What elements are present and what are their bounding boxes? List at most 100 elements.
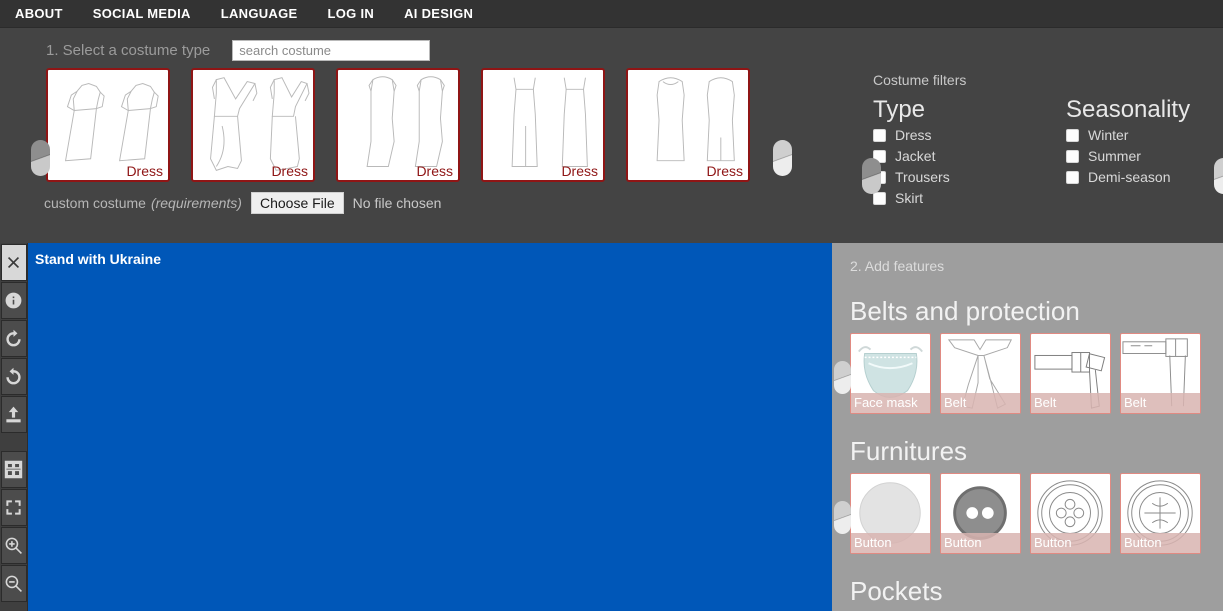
- zoom-in-tool-button[interactable]: [0, 527, 27, 564]
- dress-strap-maxi-icon: [511, 77, 588, 167]
- button-plain-icon: [859, 482, 921, 544]
- checkbox-demi-season[interactable]: [1066, 170, 1079, 184]
- feature-section-heading: Pockets: [850, 576, 943, 606]
- filter-group-heading: Seasonality: [1066, 96, 1191, 123]
- filter-group-type: Type Dress Jacket Trousers Skirt: [873, 96, 1018, 211]
- costume-carousel-next-handle[interactable]: [773, 140, 792, 176]
- filter-option-label: Trousers: [895, 169, 950, 186]
- design-canvas[interactable]: Stand with Ukraine: [28, 243, 832, 611]
- filter-option-summer[interactable]: Summer: [1066, 148, 1211, 164]
- costume-selection-section: 1. Select a costume type Dress: [0, 28, 1223, 243]
- custom-costume-label: custom costume: [44, 195, 146, 211]
- filter-option-label: Summer: [1088, 148, 1141, 165]
- close-tool-button[interactable]: [0, 244, 27, 281]
- filter-group-heading: Type: [873, 96, 926, 123]
- zoom-in-icon: [5, 537, 22, 554]
- filter-option-label: Demi-season: [1088, 169, 1171, 186]
- costume-filters-panel: Costume filters Type Dress Jacket Trouse…: [873, 72, 1213, 211]
- editor-section: Stand with Ukraine 2. Add features Belts…: [0, 243, 1223, 611]
- filter-option-jacket[interactable]: Jacket: [873, 148, 1018, 164]
- feature-card[interactable]: Button: [850, 473, 931, 554]
- filters-next-handle[interactable]: [1214, 158, 1223, 194]
- costume-card[interactable]: Dress: [336, 68, 460, 182]
- filter-option-dress[interactable]: Dress: [873, 127, 1018, 143]
- filter-option-winter[interactable]: Winter: [1066, 127, 1211, 143]
- dress-flutter-sleeve-icon: [64, 83, 159, 162]
- undo-icon: [6, 329, 21, 347]
- zoom-out-tool-button[interactable]: [0, 565, 27, 602]
- upload-tool-button[interactable]: [0, 396, 27, 433]
- step1-label: 1. Select a costume type: [46, 42, 211, 59]
- redo-tool-button[interactable]: [0, 358, 27, 395]
- top-navigation-bar: ABOUT SOCIAL MEDIA LANGUAGE LOG IN AI DE…: [0, 0, 1223, 28]
- nav-about[interactable]: ABOUT: [10, 6, 78, 21]
- features-furnitures-prev-handle[interactable]: [834, 501, 851, 534]
- features-belts-prev-handle[interactable]: [834, 361, 851, 394]
- toolbar-divider: [0, 434, 27, 451]
- grid-tool-button[interactable]: [0, 451, 27, 488]
- costume-card[interactable]: Dress: [481, 68, 605, 182]
- feature-card[interactable]: Belt: [1030, 333, 1111, 414]
- feature-card[interactable]: Button: [940, 473, 1021, 554]
- redo-icon: [6, 367, 21, 385]
- button-shank-icon: [1127, 480, 1193, 546]
- search-costume-input[interactable]: [232, 40, 431, 61]
- nav-social-media[interactable]: SOCIAL MEDIA: [78, 6, 206, 21]
- dress-sleeveless-mermaid-icon: [366, 76, 445, 167]
- fullscreen-icon: [6, 500, 21, 515]
- nav-language[interactable]: LANGUAGE: [206, 6, 313, 21]
- filter-option-label: Skirt: [895, 190, 923, 207]
- feature-card[interactable]: Button: [1120, 473, 1201, 554]
- canvas-banner-text: Stand with Ukraine: [35, 251, 162, 267]
- belt-bow-icon: [947, 339, 1013, 409]
- feature-section-heading: Furnitures: [850, 436, 968, 466]
- dress-wrap-ruffle-icon: [210, 77, 310, 171]
- costume-card[interactable]: Dress: [191, 68, 315, 182]
- filter-group-seasonality: Seasonality Winter Summer Demi-season: [1066, 96, 1211, 211]
- filter-option-label: Jacket: [895, 148, 936, 165]
- costume-carousel-prev-handle[interactable]: [31, 140, 50, 176]
- feature-card[interactable]: Belt: [1120, 333, 1201, 414]
- fullscreen-tool-button[interactable]: [0, 489, 27, 526]
- filters-prev-handle[interactable]: [862, 158, 881, 194]
- feature-section-heading: Belts and protection: [850, 296, 1080, 326]
- add-features-panel: 2. Add features Belts and protection Fac…: [832, 243, 1223, 611]
- step2-label: 2. Add features: [850, 258, 945, 274]
- feature-card[interactable]: Belt: [940, 333, 1021, 414]
- face-mask-icon: [858, 346, 923, 398]
- nav-log-in[interactable]: LOG IN: [313, 6, 390, 21]
- feature-row-belts: Face mask Belt Belt Belt: [850, 333, 1223, 414]
- info-icon: [5, 292, 22, 309]
- info-tool-button[interactable]: [0, 282, 27, 319]
- upload-icon: [6, 406, 21, 423]
- zoom-out-icon: [5, 575, 22, 592]
- choose-file-button[interactable]: Choose File: [250, 192, 344, 214]
- filter-option-label: Winter: [1088, 127, 1129, 144]
- filter-option-demi-season[interactable]: Demi-season: [1066, 169, 1211, 185]
- filter-option-skirt[interactable]: Skirt: [873, 190, 1018, 206]
- custom-costume-requirements-link[interactable]: (requirements): [151, 195, 242, 211]
- step1-row: 1. Select a costume type: [0, 28, 1223, 61]
- no-file-chosen-label: No file chosen: [352, 195, 442, 211]
- grid-icon: [4, 460, 23, 479]
- close-icon: [7, 256, 20, 269]
- button-4hole-icon: [1037, 480, 1103, 546]
- nav-ai-design[interactable]: AI DESIGN: [389, 6, 488, 21]
- filter-option-trousers[interactable]: Trousers: [873, 169, 1018, 185]
- editor-toolbar: [0, 243, 28, 611]
- costume-card[interactable]: Dress: [626, 68, 750, 182]
- checkbox-dress[interactable]: [873, 128, 886, 142]
- checkbox-skirt[interactable]: [873, 191, 886, 205]
- feature-card[interactable]: Face mask: [850, 333, 931, 414]
- checkbox-summer[interactable]: [1066, 149, 1079, 163]
- costume-filters-title: Costume filters: [873, 72, 967, 88]
- feature-card[interactable]: Button: [1030, 473, 1111, 554]
- belt-buckle-icon: [1034, 352, 1106, 409]
- checkbox-winter[interactable]: [1066, 128, 1079, 142]
- feature-row-furnitures: Button Button Button Button: [850, 473, 1223, 554]
- filter-option-label: Dress: [895, 127, 932, 144]
- costume-card[interactable]: Dress: [46, 68, 170, 182]
- dress-sheath-midi-icon: [656, 77, 735, 162]
- belt-wide-icon: [1122, 338, 1188, 407]
- undo-tool-button[interactable]: [0, 320, 27, 357]
